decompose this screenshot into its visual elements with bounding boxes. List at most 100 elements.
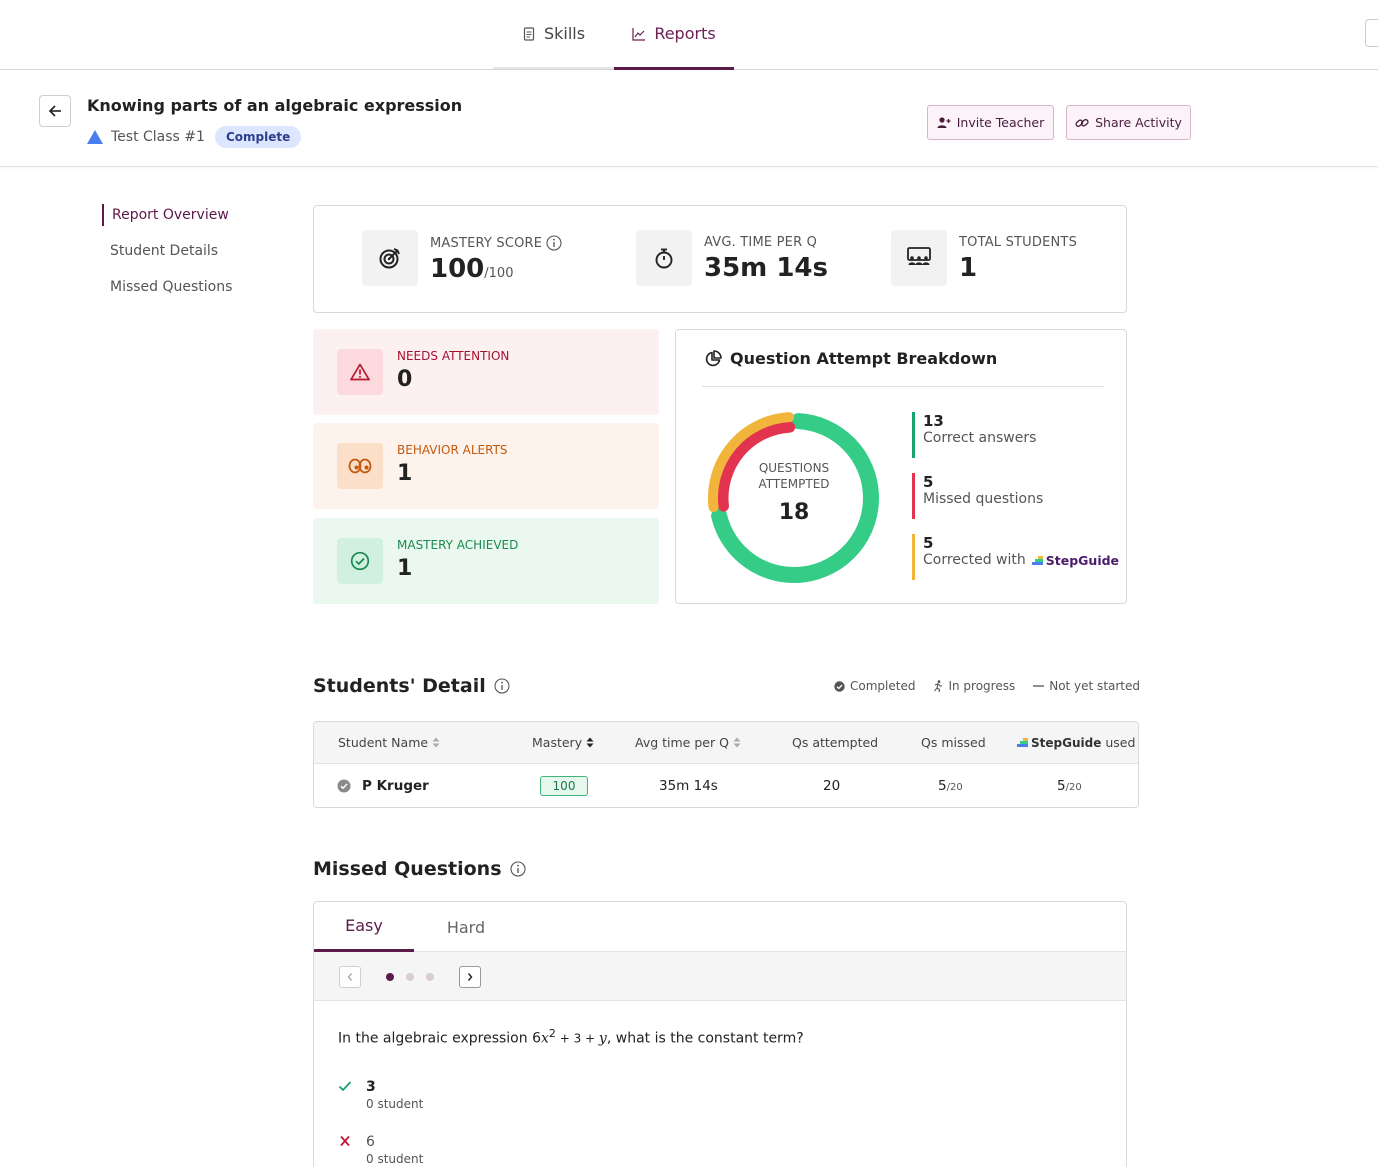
missed-questions-card: Easy Hard In the algebraic expression 6x… [313,901,1127,1167]
stepguide-logo: StepGuide [1031,553,1119,568]
student-stepguide-used: 5/20 [1057,778,1082,794]
info-icon[interactable] [509,861,526,877]
completed-status-icon [834,680,845,692]
account-button[interactable] [1365,19,1378,47]
chart-line-icon [632,27,646,41]
chevron-right-icon [467,973,473,981]
activity-header: Knowing parts of an algebraic expression… [0,70,1378,167]
tab-reports[interactable]: Reports [614,0,734,70]
status-badge: Complete [214,126,302,148]
question-text: In the algebraic expression 6x2 + 3 + y,… [338,1027,804,1047]
behavior-alerts-card[interactable]: BEHAVIOR ALERTS 1 [313,423,659,509]
column-stepguide-used: StepGuide used [1017,735,1135,750]
question-var2: y [598,1030,607,1047]
student-name[interactable]: P Kruger [362,778,429,794]
share-activity-button[interactable]: Share Activity [1066,105,1191,140]
legend-not-started: Not yet started [1049,679,1141,693]
answer-value: 6 [366,1134,375,1150]
status-legend: Completed In progress Not yet started [834,679,1140,693]
pager-dot[interactable] [426,973,434,981]
column-avg-time[interactable]: Avg time per Q [635,735,741,750]
sort-icon [432,737,440,748]
student-stepguide-total: /20 [1065,782,1082,793]
student-qs-missed-value: 5 [938,778,947,794]
tab-reports-label: Reports [654,24,716,43]
column-mastery[interactable]: Mastery [532,735,594,750]
column-student-name-label: Student Name [338,735,429,750]
needs-attention-card[interactable]: NEEDS ATTENTION 0 [313,329,659,415]
needs-attention-value: 0 [397,367,413,392]
pie-chart-icon [705,349,722,366]
legend-correct: 13 Correct answers [912,412,1036,458]
student-qs-missed: 5/20 [938,778,963,794]
behavior-alerts-value: 1 [397,461,413,486]
column-student-name[interactable]: Student Name [338,735,440,750]
sidenav-item-student-details[interactable]: Student Details [102,240,232,276]
donut-label-line1: QUESTIONS [758,461,830,475]
legend-corrected-value: 5 [923,534,934,552]
question-pager [314,952,1126,1001]
next-question-button[interactable] [459,966,481,988]
student-qs-attempted: 20 [823,778,841,794]
legend-in-progress: In progress [948,679,1016,693]
legend-completed: Completed [850,679,916,693]
completed-status-icon [337,779,351,793]
column-avg-time-label: Avg time per Q [635,735,729,750]
stopwatch-icon [636,230,692,286]
report-sidenav: Report Overview Student Details Missed Q… [102,204,232,312]
chevron-left-icon [347,973,353,981]
prev-question-button[interactable] [339,966,361,988]
cross-icon [340,1135,350,1147]
top-nav: Skills Reports [0,0,1378,70]
dash-icon [1033,685,1045,687]
behavior-alerts-label: BEHAVIOR ALERTS [397,443,508,457]
back-button[interactable] [39,95,71,127]
legend-corrected-label: Corrected with [923,552,1026,568]
link-icon [1075,118,1089,127]
students-table: Student Name Mastery Avg time per Q Qs a… [313,721,1139,808]
legend-correct-label: Correct answers [923,430,1037,446]
mastery-score-value: 100 [430,254,485,284]
mastery-score-suffix: /100 [484,266,514,281]
donut-center-value: 18 [778,500,810,525]
document-icon [523,26,535,41]
student-avg-time: 35m 14s [659,778,718,794]
invite-teacher-button[interactable]: Invite Teacher [927,105,1054,140]
missed-questions-title: Missed Questions [313,858,502,880]
attempts-donut-chart [708,412,879,583]
avg-time-value: 35m 14s [704,253,828,283]
needs-attention-label: NEEDS ATTENTION [397,349,510,363]
column-stepguide-logo: StepGuide [1031,735,1102,750]
page-title: Knowing parts of an algebraic expression [87,96,463,115]
sidenav-item-report-overview[interactable]: Report Overview [102,204,232,226]
legend-correct-value: 13 [923,412,944,430]
students-detail-title: Students' Detail [313,675,486,697]
table-row[interactable]: P Kruger 100 35m 14s 20 5/20 5/20 [314,764,1138,807]
column-stepguide-used-label: used [1105,735,1136,750]
pager-dot-active[interactable] [386,973,394,981]
tab-hard[interactable]: Hard [416,902,516,952]
pager-dot[interactable] [406,973,414,981]
answer-student-count: 0 student [366,1097,424,1111]
question-var: x [541,1030,549,1047]
mastery-achieved-card[interactable]: MASTERY ACHIEVED 1 [313,518,659,604]
question-mid: + 3 + [555,1031,599,1046]
info-icon[interactable] [546,235,562,251]
column-mastery-label: Mastery [532,735,583,750]
question-coef: 6 [532,1030,541,1047]
check-circle-icon [337,538,383,584]
mastery-score-label: MASTERY SCORE [430,235,543,251]
mastery-score-stat: MASTERY SCORE 100/100 [362,230,562,286]
mastery-achieved-label: MASTERY ACHIEVED [397,538,519,552]
question-exponent: 2 [548,1027,556,1040]
total-students-label: TOTAL STUDENTS [959,235,1078,250]
info-icon[interactable] [494,678,510,694]
breakdown-title: Question Attempt Breakdown [730,349,998,368]
sidenav-item-missed-questions[interactable]: Missed Questions [102,276,232,312]
difficulty-tabs: Easy Hard [314,902,1126,952]
tab-skills[interactable]: Skills [493,0,614,69]
legend-missed-label: Missed questions [923,491,1044,507]
donut-center-label: QUESTIONS ATTEMPTED [704,460,884,492]
triangle-icon [87,130,103,144]
tab-easy[interactable]: Easy [314,902,414,952]
